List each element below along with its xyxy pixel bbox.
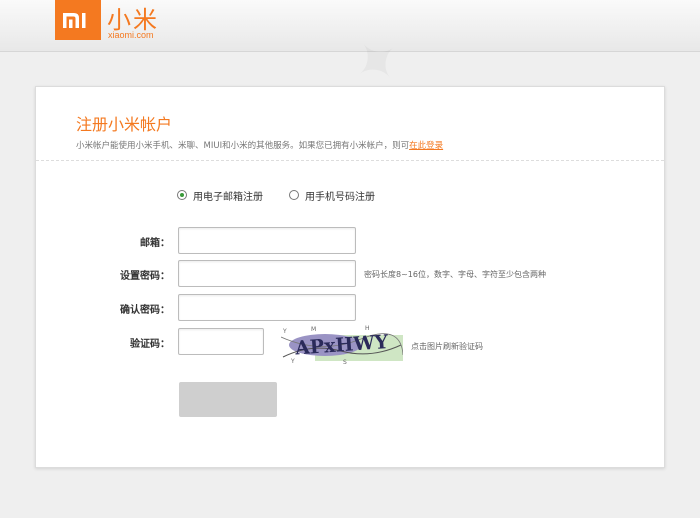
radio-phone[interactable]: 用手机号码注册	[289, 188, 375, 203]
radio-checked-icon[interactable]	[177, 190, 187, 200]
captcha-input[interactable]	[178, 328, 264, 355]
svg-text:M: M	[311, 326, 316, 333]
password-field[interactable]	[178, 260, 356, 287]
svg-text:Y: Y	[290, 358, 295, 365]
radio-email[interactable]: 用电子邮箱注册	[177, 188, 263, 203]
submit-button[interactable]	[179, 382, 277, 417]
svg-text:H: H	[365, 325, 370, 332]
email-label: 邮箱：	[140, 238, 170, 249]
svg-text:S: S	[343, 359, 347, 365]
mi-logo-icon	[63, 13, 86, 28]
password-label: 设置密码：	[120, 271, 170, 282]
confirm-password-field[interactable]	[178, 294, 356, 321]
register-description: 小米帐户能使用小米手机、米聊、MIUI和小米的其他服务。如果您已拥有小米帐户，则…	[76, 139, 443, 151]
register-description-text: 小米帐户能使用小米手机、米聊、MIUI和小米的其他服务。如果您已拥有小米帐户，则…	[76, 141, 410, 151]
radio-unchecked-icon[interactable]	[289, 190, 299, 200]
divider	[36, 160, 664, 161]
email-field[interactable]	[178, 227, 356, 254]
brand-domain: xiaomi.com	[108, 30, 154, 40]
captcha-image[interactable]: Y M H S Y APxHWY	[280, 325, 404, 366]
top-bar: 小米 xiaomi.com	[0, 0, 700, 52]
mi-logo[interactable]	[55, 0, 101, 40]
radio-email-label: 用电子邮箱注册	[193, 191, 263, 203]
login-link[interactable]: 在此登录	[409, 141, 443, 151]
confirm-password-label: 确认密码：	[120, 305, 170, 316]
page-title: 注册小米帐户	[76, 115, 173, 134]
register-card: 注册小米帐户 小米帐户能使用小米手机、米聊、MIUI和小米的其他服务。如果您已拥…	[35, 86, 665, 468]
captcha-label: 验证码：	[130, 339, 170, 350]
radio-phone-label: 用手机号码注册	[305, 191, 375, 203]
captcha-hint: 点击图片刷新验证码	[411, 342, 483, 351]
password-hint: 密码长度8~16位，数字、字母、字符至少包含两种	[364, 270, 546, 279]
svg-text:Y: Y	[282, 328, 287, 335]
